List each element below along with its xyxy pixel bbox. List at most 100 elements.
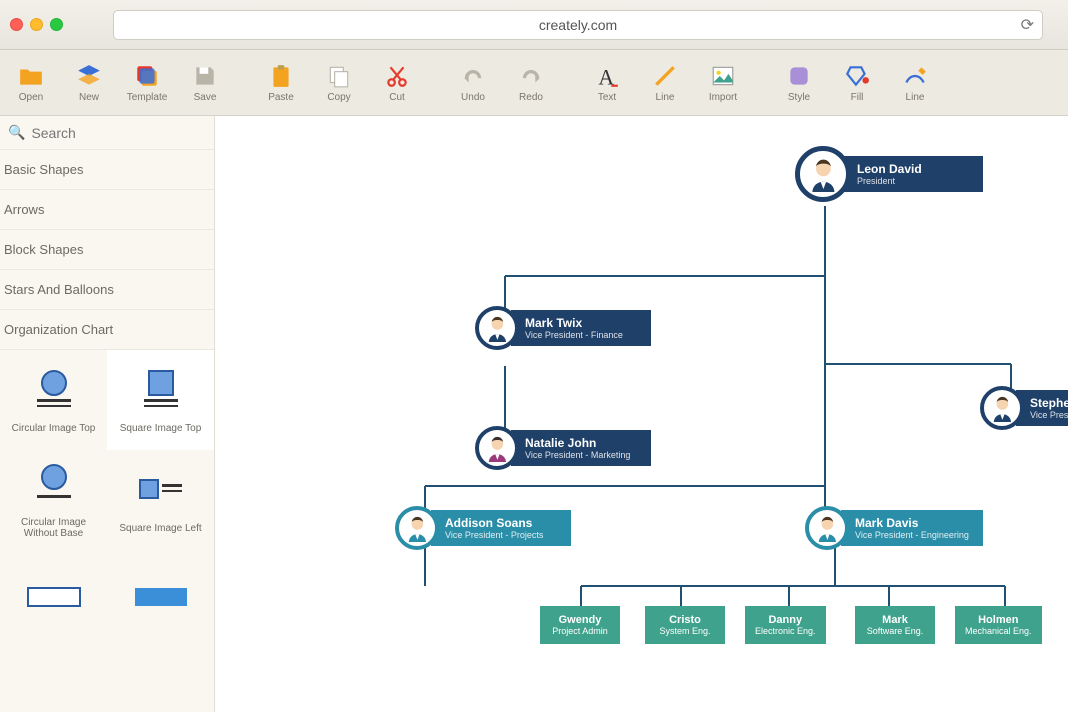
category-arrows[interactable]: Arrows xyxy=(0,190,214,230)
line-button[interactable]: Line xyxy=(638,54,692,112)
category-basic-shapes[interactable]: Basic Shapes xyxy=(0,150,214,190)
save-button[interactable]: Save xyxy=(178,54,232,112)
person-node-leon[interactable]: Leon David President xyxy=(795,146,983,202)
fill-button[interactable]: Fill xyxy=(830,54,884,112)
person-node-addison[interactable]: Addison Soans Vice President - Projects xyxy=(395,506,571,550)
shape-preview xyxy=(131,467,191,517)
person-label: Leon David President xyxy=(843,156,983,192)
tool-label: Cut xyxy=(389,92,405,103)
box-role: Software Eng. xyxy=(865,626,925,636)
person-name: Natalie John xyxy=(525,436,637,450)
traffic-lights xyxy=(10,18,63,31)
shape-circle-nobase[interactable]: Circular Image Without Base xyxy=(0,450,107,550)
tool-label: Line xyxy=(906,92,925,103)
category-block-shapes[interactable]: Block Shapes xyxy=(0,230,214,270)
person-node-stephen[interactable]: Stephen George Vice President HR xyxy=(980,386,1068,430)
stack-icon xyxy=(75,62,103,90)
import-button[interactable]: Import xyxy=(696,54,750,112)
shape-circle-top[interactable]: Circular Image Top xyxy=(0,350,107,450)
new-button[interactable]: New xyxy=(62,54,116,112)
bucket-icon xyxy=(843,62,871,90)
template-button[interactable]: Template xyxy=(120,54,174,112)
close-window-button[interactable] xyxy=(10,18,23,31)
minimize-window-button[interactable] xyxy=(30,18,43,31)
person-label: Addison Soans Vice President - Projects xyxy=(431,510,571,546)
text-button[interactable]: A Text xyxy=(580,54,634,112)
box-name: Mark xyxy=(865,614,925,626)
redo-button[interactable]: Redo xyxy=(504,54,558,112)
shape-square-left[interactable]: Square Image Left xyxy=(107,450,214,550)
shape-square-top[interactable]: Square Image Top xyxy=(107,350,214,450)
folder-icon xyxy=(17,62,45,90)
person-role: Vice President - Finance xyxy=(525,330,637,340)
person-node-marktwix[interactable]: Mark Twix Vice President - Finance xyxy=(475,306,651,350)
sidebar: 🔍 Basic ShapesArrowsBlock ShapesStars An… xyxy=(0,116,215,712)
box-node[interactable]: MarkSoftware Eng. xyxy=(855,606,935,644)
person-name: Mark Davis xyxy=(855,516,969,530)
canvas[interactable]: Leon David President Mark Twix Vice Pres… xyxy=(215,116,1068,712)
person-role: Vice President - Engineering xyxy=(855,530,969,540)
shape-label: Circular Image Top xyxy=(12,423,96,434)
tool-label: Paste xyxy=(268,92,294,103)
tool-label: Text xyxy=(598,92,616,103)
shape-rect-outline[interactable] xyxy=(0,550,107,650)
tool-label: Redo xyxy=(519,92,543,103)
shape-preview xyxy=(24,461,84,511)
cut-button[interactable]: Cut xyxy=(370,54,424,112)
shape-label: Square Image Top xyxy=(120,423,202,434)
tool-label: Line xyxy=(656,92,675,103)
tool-label: Open xyxy=(19,92,43,103)
box-name: Cristo xyxy=(655,614,715,626)
redo-icon xyxy=(517,62,545,90)
box-node[interactable]: HolmenMechanical Eng. xyxy=(955,606,1042,644)
avatar-icon xyxy=(805,506,849,550)
line-icon xyxy=(651,62,679,90)
text-icon: A xyxy=(593,62,621,90)
box-node[interactable]: CristoSystem Eng. xyxy=(645,606,725,644)
box-name: Danny xyxy=(755,614,816,626)
avatar-icon xyxy=(395,506,439,550)
toolbar: Open New TemplateSave Paste Copy Cut Undo Redo A… xyxy=(0,50,1068,116)
box-node[interactable]: DannyElectronic Eng. xyxy=(745,606,826,644)
style-button[interactable]: Style xyxy=(772,54,826,112)
copy-icon xyxy=(325,62,353,90)
search-box: 🔍 xyxy=(0,116,214,150)
person-node-natalie[interactable]: Natalie John Vice President - Marketing xyxy=(475,426,651,470)
person-label: Natalie John Vice President - Marketing xyxy=(511,430,651,466)
person-label: Mark Davis Vice President - Engineering xyxy=(841,510,983,546)
tool-label: Import xyxy=(709,92,737,103)
person-name: Stephen George xyxy=(1030,396,1068,410)
tool-label: New xyxy=(79,92,99,103)
main: 🔍 Basic ShapesArrowsBlock ShapesStars An… xyxy=(0,116,1068,712)
image-icon xyxy=(709,62,737,90)
category-stars-and-balloons[interactable]: Stars And Balloons xyxy=(0,270,214,310)
paste-button[interactable]: Paste xyxy=(254,54,308,112)
box-node[interactable]: GwendyProject Admin xyxy=(540,606,620,644)
person-role: Vice President - Projects xyxy=(445,530,557,540)
person-label: Mark Twix Vice President - Finance xyxy=(511,310,651,346)
box-role: System Eng. xyxy=(655,626,715,636)
shape-preview xyxy=(131,367,191,417)
person-name: Leon David xyxy=(857,162,969,176)
save-icon xyxy=(191,62,219,90)
reload-icon[interactable]: ⟳ xyxy=(1021,15,1034,35)
category-organization-chart[interactable]: Organization Chart xyxy=(0,310,214,350)
tool-label: Style xyxy=(788,92,810,103)
cut-icon xyxy=(383,62,411,90)
pencil-icon xyxy=(901,62,929,90)
person-node-markdavis[interactable]: Mark Davis Vice President - Engineering xyxy=(805,506,983,550)
line2-button[interactable]: Line xyxy=(888,54,942,112)
open-button[interactable]: Open xyxy=(4,54,58,112)
tool-label: Undo xyxy=(461,92,485,103)
search-input[interactable] xyxy=(31,125,212,141)
box-role: Electronic Eng. xyxy=(755,626,816,636)
shape-rect-fill[interactable] xyxy=(107,550,214,650)
shape-preview xyxy=(24,367,84,417)
maximize-window-button[interactable] xyxy=(50,18,63,31)
org-connectors xyxy=(215,116,1068,712)
shape-label: Square Image Left xyxy=(119,523,201,534)
undo-button[interactable]: Undo xyxy=(446,54,500,112)
copy-button[interactable]: Copy xyxy=(312,54,366,112)
address-bar[interactable]: creately.com ⟳ xyxy=(113,10,1043,40)
avatar-icon xyxy=(475,426,519,470)
